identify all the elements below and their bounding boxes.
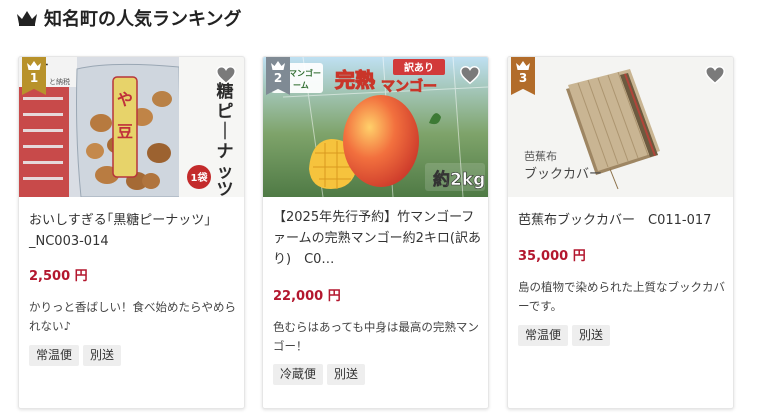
favorite-heart-icon[interactable]	[215, 64, 237, 86]
section-title: 知名町の人気ランキング	[44, 9, 242, 30]
image-line1: 芭蕉布	[524, 149, 557, 163]
product-card-3[interactable]: 芭蕉布 ブックカバー 3 芭蕉布ブックカバー C011-017 35,000 円…	[507, 56, 734, 409]
image-logo-sub: と納税	[49, 77, 70, 86]
product-price: 2,500 円	[29, 269, 88, 284]
crown-icon	[22, 61, 46, 70]
favorite-heart-icon[interactable]	[704, 64, 726, 86]
product-description: 島の植物で染められた上質なブックカバーです。	[518, 280, 725, 313]
rank-number: 2	[273, 71, 283, 85]
shipping-tag: 別送	[572, 325, 611, 346]
svg-text:や: や	[117, 90, 133, 109]
image-vertical-char: ピ	[217, 102, 234, 122]
product-card-1[interactable]: 町 と納税 や 豆 糖 ピ ｜ ナ	[18, 56, 245, 409]
shipping-tag: 別送	[83, 345, 122, 366]
tag-list: 常温便 別送	[29, 345, 122, 366]
tag-list: 冷蔵便 別送	[273, 364, 366, 385]
product-title[interactable]: 【2025年先行予約】竹マンゴーファームの完熟マンゴー約2キロ(訳あり) C0…	[273, 207, 481, 270]
crown-icon	[266, 61, 290, 70]
image-flag: 訳あり	[404, 61, 434, 74]
product-image-1[interactable]: 町 と納税 や 豆 糖 ピ ｜ ナ	[19, 57, 244, 197]
product-card-2[interactable]: マンゴー ーム 完熟 マンゴー 訳あり 約2kg 2 【2025年先行予約】竹マ…	[262, 56, 489, 409]
shipping-tag: 冷蔵便	[273, 364, 324, 385]
tag-list: 常温便 別送	[518, 325, 611, 346]
image-vertical-char: ナ	[217, 142, 234, 162]
rank-number: 1	[29, 71, 39, 85]
image-logo-text: マンゴー	[289, 68, 321, 78]
product-description: かりっと香ばしい！食べ始めたらやめられない♪	[29, 300, 236, 333]
product-description: 色むらはあっても中身は最高の完熟マンゴー！	[273, 320, 479, 353]
favorite-heart-icon[interactable]	[459, 64, 481, 86]
image-weight: 約2kg	[433, 169, 485, 190]
image-line2: ブックカバー	[524, 166, 602, 182]
crown-icon	[16, 10, 38, 26]
image-vertical-char: ツ	[217, 180, 234, 197]
shipping-tag: 別送	[327, 364, 366, 385]
image-vertical-char: ッ	[217, 162, 234, 182]
image-vertical-char: ｜	[217, 121, 234, 142]
product-title[interactable]: おいしすぎる｢黒糖ピーナッツ｣_NC003-014	[29, 210, 237, 252]
image-headline: 完熟	[335, 68, 375, 92]
product-title[interactable]: 芭蕉布ブックカバー C011-017	[518, 210, 726, 231]
svg-text:豆: 豆	[117, 122, 133, 141]
image-headline2: マンゴー	[381, 78, 437, 95]
shipping-tag: 常温便	[29, 345, 80, 366]
image-badge-text: 1袋	[191, 171, 209, 184]
crown-icon	[511, 61, 535, 70]
shipping-tag: 常温便	[518, 325, 569, 346]
rank-number: 3	[518, 71, 528, 85]
section-header: 知名町の人気ランキング	[16, 6, 241, 30]
product-image-3[interactable]: 芭蕉布 ブックカバー	[508, 57, 733, 197]
image-logo-text: ーム	[293, 81, 309, 90]
product-image-2[interactable]: マンゴー ーム 完熟 マンゴー 訳あり 約2kg	[263, 57, 488, 197]
product-price: 35,000 円	[518, 249, 586, 264]
product-price: 22,000 円	[273, 289, 341, 304]
